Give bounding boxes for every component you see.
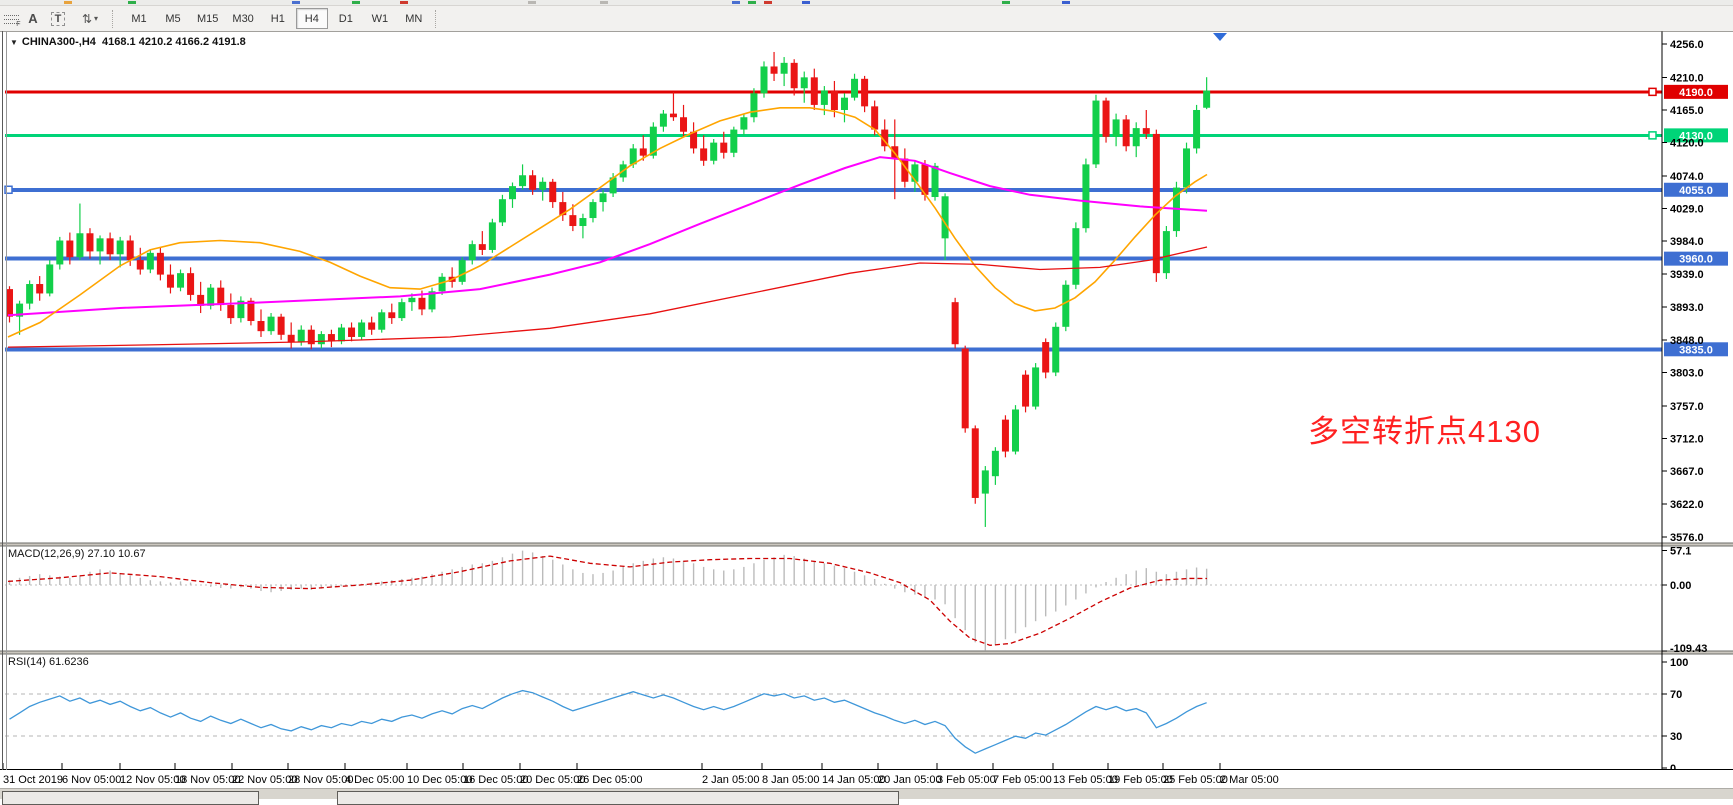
price-axis-label: 3576.0 bbox=[1670, 532, 1704, 544]
price-axis-label: 3893.0 bbox=[1670, 302, 1704, 314]
autoscroll-marker-icon bbox=[1213, 33, 1227, 41]
time-axis-label: 18 Nov 05:00 bbox=[175, 774, 240, 786]
line-handle[interactable] bbox=[1649, 132, 1656, 139]
time-axis-label: 2 Mar 05:00 bbox=[1220, 774, 1279, 786]
rsi-axis-label: 100 bbox=[1670, 657, 1688, 669]
rsi-axis-label: 0 bbox=[1670, 763, 1676, 770]
toolbar-separator bbox=[435, 10, 441, 28]
time-axis-label: 25 Feb 05:00 bbox=[1163, 774, 1228, 786]
timeframe-m5-button[interactable]: M5 bbox=[157, 8, 189, 29]
window-left-border bbox=[2, 31, 7, 770]
symbol-timeframe: CHINA300-,H4 bbox=[22, 36, 96, 48]
arrows-icon: ⇅ bbox=[82, 12, 92, 26]
timeframe-h1-button[interactable]: H1 bbox=[262, 8, 294, 29]
time-axis-label: 8 Jan 05:00 bbox=[762, 774, 820, 786]
time-axis-label: 20 Dec 05:00 bbox=[520, 774, 585, 786]
fibonacci-button[interactable]: F bbox=[1, 9, 21, 28]
ma-red bbox=[8, 247, 1207, 347]
time-axis-label: 7 Feb 05:00 bbox=[993, 774, 1052, 786]
price-axis-label: 4210.0 bbox=[1670, 72, 1704, 84]
time-axis-label: 28 Nov 05:00 bbox=[288, 774, 353, 786]
rsi-axis-label: 30 bbox=[1670, 731, 1682, 743]
sliver-icon bbox=[1062, 1, 1070, 4]
sliver-icon bbox=[528, 1, 536, 4]
time-axis-label: 31 Oct 2019 bbox=[3, 774, 63, 786]
price-axis-label: 4029.0 bbox=[1670, 204, 1704, 216]
sliver-icon bbox=[292, 1, 300, 4]
text-button[interactable]: A bbox=[23, 9, 43, 28]
timeframe-m15-button[interactable]: M15 bbox=[191, 8, 224, 29]
label-button[interactable]: T bbox=[45, 9, 71, 28]
bottom-tabbar-sliver bbox=[0, 788, 1733, 799]
price-axis-label: 3848.0 bbox=[1670, 335, 1704, 347]
text-icon: A bbox=[28, 11, 37, 26]
sliver-icon bbox=[1002, 1, 1010, 4]
rsi-axis-label: 70 bbox=[1670, 689, 1682, 701]
price-badge-text: 4190.0 bbox=[1679, 87, 1713, 99]
toolbar-separator bbox=[112, 10, 118, 28]
toolbar: F A T ⇅ ▾ M1 M5 M15 M30 H1 H4 D1 W1 MN bbox=[0, 6, 1733, 32]
price-axis-label: 3667.0 bbox=[1670, 466, 1704, 478]
timeframe-d1-button[interactable]: D1 bbox=[330, 8, 362, 29]
chart-title: ▼ CHINA300-,H4 4168.1 4210.2 4166.2 4191.… bbox=[10, 36, 246, 48]
time-axis-label: 2 Jan 05:00 bbox=[702, 774, 760, 786]
chart-text-annotation[interactable]: 多空转折点4130 bbox=[1308, 406, 1541, 451]
price-axis-label: 4256.0 bbox=[1670, 39, 1704, 51]
fibonacci-icon: F bbox=[4, 12, 19, 25]
timeframe-m30-button[interactable]: M30 bbox=[226, 8, 259, 29]
price-axis-label: 3712.0 bbox=[1670, 433, 1704, 445]
sliver-icon bbox=[802, 1, 810, 4]
macd-histogram bbox=[10, 551, 1207, 651]
time-axis-label: 16 Dec 05:00 bbox=[463, 774, 528, 786]
price-axis-label: 4074.0 bbox=[1670, 171, 1704, 183]
time-axis[interactable]: 31 Oct 20196 Nov 05:0012 Nov 05:0018 Nov… bbox=[0, 770, 1733, 788]
sliver-icon bbox=[732, 1, 740, 4]
chevron-down-icon: ▾ bbox=[94, 14, 98, 23]
sliver-icon bbox=[352, 1, 360, 4]
price-badge-text: 4055.0 bbox=[1679, 185, 1713, 197]
macd-axis-label: 57.1 bbox=[1670, 546, 1691, 558]
price-axis-label: 3803.0 bbox=[1670, 367, 1704, 379]
sliver-icon bbox=[748, 1, 756, 4]
sliver-icon bbox=[64, 1, 72, 4]
sliver-icon bbox=[764, 1, 772, 4]
time-axis-label: 4 Dec 05:00 bbox=[345, 774, 404, 786]
line-handle[interactable] bbox=[1649, 88, 1656, 95]
candles-group bbox=[6, 52, 1210, 527]
chart-tab[interactable] bbox=[337, 791, 899, 805]
sliver-icon bbox=[600, 1, 608, 4]
timeframe-m1-button[interactable]: M1 bbox=[123, 8, 155, 29]
chart-dropdown-icon[interactable]: ▼ bbox=[10, 38, 18, 47]
time-axis-label: 26 Dec 05:00 bbox=[577, 774, 642, 786]
sliver-icon bbox=[400, 1, 408, 4]
price-axis-label: 3757.0 bbox=[1670, 401, 1704, 413]
timeframe-mn-button[interactable]: MN bbox=[398, 8, 430, 29]
time-axis-label: 14 Jan 05:00 bbox=[822, 774, 886, 786]
time-axis-label: 20 Jan 05:00 bbox=[878, 774, 942, 786]
timeframe-w1-button[interactable]: W1 bbox=[364, 8, 396, 29]
price-axis-label: 4165.0 bbox=[1670, 105, 1704, 117]
price-axis-label: 3939.0 bbox=[1670, 269, 1704, 281]
label-icon: T bbox=[51, 12, 66, 26]
macd-indicator-label: MACD(12,26,9) 27.10 10.67 bbox=[8, 548, 146, 560]
macd-axis-label: 0.00 bbox=[1670, 580, 1691, 592]
ma-orange bbox=[8, 108, 1207, 337]
arrows-button[interactable]: ⇅ ▾ bbox=[73, 9, 107, 28]
macd-signal-line bbox=[8, 556, 1207, 645]
macd-axis-label: -109.43 bbox=[1670, 643, 1707, 655]
chart-canvas[interactable]: 4190.04130.04055.03960.03835.057.10.00-1… bbox=[0, 31, 1733, 770]
ohlc-values: 4168.1 4210.2 4166.2 4191.8 bbox=[102, 36, 246, 48]
time-axis-label: 6 Nov 05:00 bbox=[62, 774, 121, 786]
chart-tab[interactable] bbox=[2, 791, 259, 805]
price-axis-label: 4120.0 bbox=[1670, 138, 1704, 150]
price-axis-label: 3622.0 bbox=[1670, 499, 1704, 511]
price-badge-text: 3960.0 bbox=[1679, 254, 1713, 266]
time-axis-label: 3 Feb 05:00 bbox=[937, 774, 996, 786]
price-axis-label: 3984.0 bbox=[1670, 236, 1704, 248]
rsi-indicator-label: RSI(14) 61.6236 bbox=[8, 656, 89, 668]
timeframe-h4-button[interactable]: H4 bbox=[296, 8, 328, 29]
sliver-icon bbox=[128, 1, 136, 4]
rsi-line bbox=[10, 691, 1207, 754]
